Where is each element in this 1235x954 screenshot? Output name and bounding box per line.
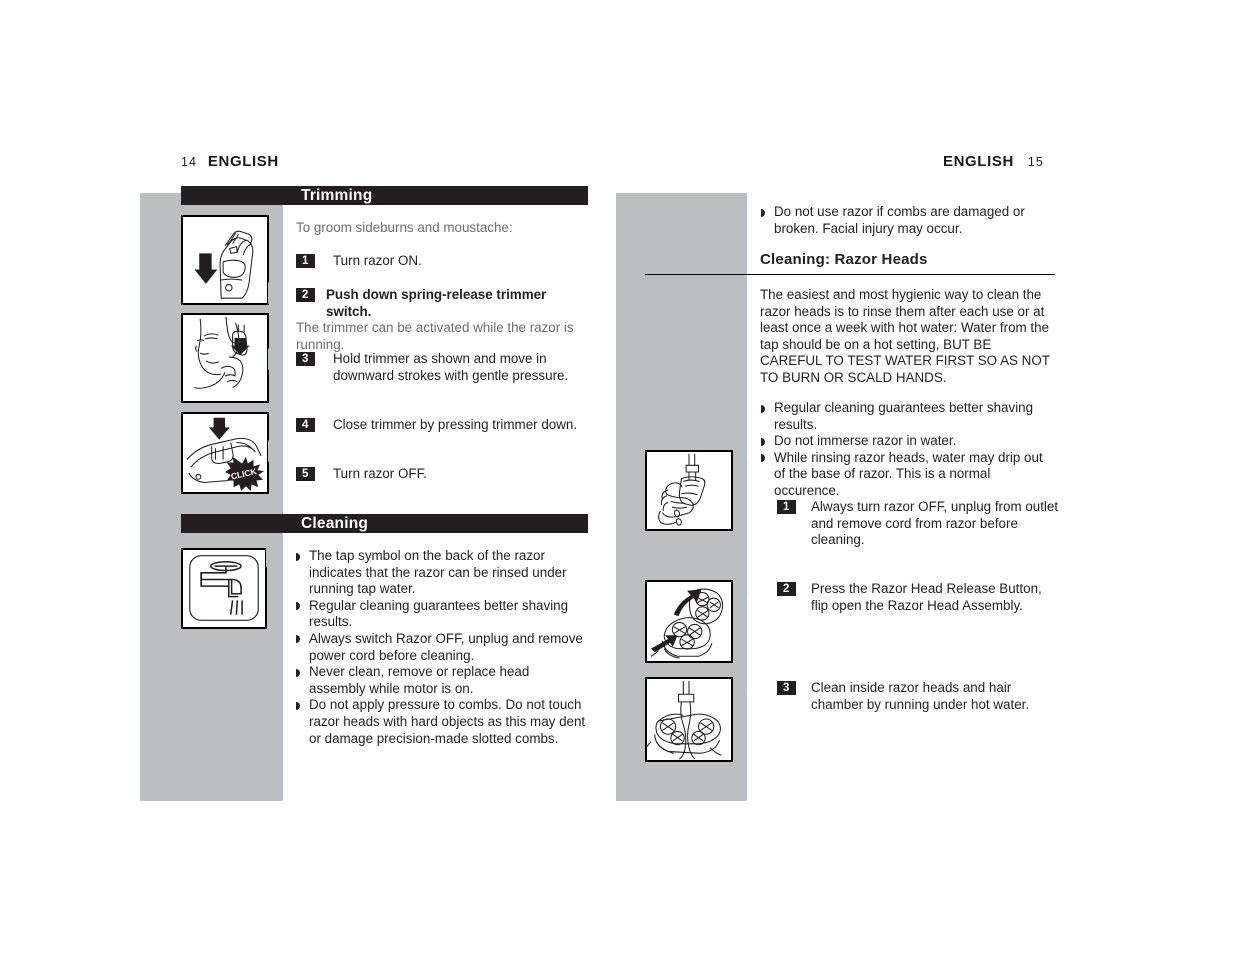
page-left: 14 ENGLISH Trimming CLICK To groom sideb… <box>0 0 617 954</box>
panel-pointer-6 <box>733 582 748 604</box>
cleaning-bullet-4: Never clean, remove or replace head asse… <box>296 664 588 697</box>
cleaning-bullet-5: Do not apply pressure to combs. Do not t… <box>296 697 588 747</box>
trimming-step-2-text: Push down spring-release trimmer switch. <box>326 287 547 319</box>
fig-flip-open-head <box>645 580 733 663</box>
fig-razor-trimmer-open <box>181 215 269 305</box>
cleaning-step-1-number: 1 <box>777 500 796 514</box>
section-bar-cleaning: Cleaning <box>181 514 588 533</box>
trimming-step-4-number: 4 <box>296 418 315 432</box>
cleaning-step-2-text: Press the Razor Head Release Button, fli… <box>811 581 1042 613</box>
trimming-step-4-text: Close trimmer by pressing trimmer down. <box>333 417 578 432</box>
folio-right: 15 <box>1027 155 1044 169</box>
trimming-step-2-continuation: The trimmer can be activated while the r… <box>296 320 574 352</box>
cleaning-bullet-3: Always switch Razor OFF, unplug and remo… <box>296 631 588 664</box>
running-head-title-left: ENGLISH <box>207 153 279 170</box>
cleaning-bullet-1: The tap symbol on the back of the razor … <box>296 548 588 598</box>
cleaning-step-3: 3 Clean inside razor heads and hair cham… <box>777 680 1067 713</box>
panel-pointer-1 <box>268 282 283 304</box>
trimming-step-1-number: 1 <box>296 254 315 268</box>
panel-pointer-4 <box>266 545 281 567</box>
section-bar-trimming-label: Trimming <box>301 186 373 204</box>
right-bullet-1: Regular cleaning guarantees better shavi… <box>761 400 1057 433</box>
trimming-step-3-number: 3 <box>296 352 315 366</box>
panel-pointer-5 <box>733 452 748 474</box>
fig-rinse-heads <box>645 677 733 762</box>
right-bullet-2: Do not immerse razor in water. <box>761 433 1057 450</box>
fig-hand-rinsing-razor <box>645 450 733 531</box>
trimming-step-5-text: Turn razor OFF. <box>333 466 427 481</box>
click-burst: CLICK <box>225 456 264 492</box>
section-bar-trimming: Trimming <box>181 186 588 205</box>
cleaning-step-3-text: Clean inside razor heads and hair chambe… <box>811 680 1030 712</box>
subhead-cleaning-razor-heads: Cleaning: Razor Heads <box>760 251 928 268</box>
trimming-step-4: 4 Close trimmer by pressing trimmer down… <box>296 417 586 434</box>
trimming-step-1: 1 Turn razor ON. <box>296 253 586 270</box>
right-bullet-list: Regular cleaning guarantees better shavi… <box>761 400 1057 500</box>
trimming-step-2: 2 Push down spring-release trimmer switc… <box>296 287 588 353</box>
panel-pointer-3 <box>268 440 283 462</box>
subhead-rule <box>645 274 1055 276</box>
running-head-title-right: ENGLISH <box>943 153 1014 170</box>
trimming-step-2-number: 2 <box>296 288 315 302</box>
right-top-bullet-list: Do not use razor if combs are damaged or… <box>761 204 1049 237</box>
trimming-step-3: 3 Hold trimmer as shown and move in down… <box>296 351 571 384</box>
cleaning-step-2: 2 Press the Razor Head Release Button, f… <box>777 581 1057 614</box>
page-right: ENGLISH 15 Do not use razor if combs are … <box>616 0 1235 954</box>
running-head-left: 14 ENGLISH <box>181 153 279 170</box>
cleaning-bullet-2: Regular cleaning guarantees better shavi… <box>296 598 588 631</box>
right-top-bullet-1: Do not use razor if combs are damaged or… <box>761 204 1049 237</box>
trimming-intro: To groom sideburns and moustache: <box>296 220 513 235</box>
trimming-step-5: 5 Turn razor OFF. <box>296 466 586 483</box>
right-bullet-3: While rinsing razor heads, water may dri… <box>761 450 1057 500</box>
trimming-step-3-text: Hold trimmer as shown and move in downwa… <box>333 351 569 383</box>
panel-pointer-2 <box>268 348 283 370</box>
cleaning-step-2-number: 2 <box>777 582 796 596</box>
trimming-step-5-number: 5 <box>296 467 315 481</box>
right-intro-paragraph: The easiest and most hygienic way to cle… <box>760 287 1050 385</box>
trimming-step-1-text: Turn razor ON. <box>333 253 422 268</box>
section-bar-cleaning-label: Cleaning <box>301 514 369 532</box>
running-head-right: ENGLISH 15 <box>943 153 1044 170</box>
fig-trimmer-close-click: CLICK <box>181 412 269 494</box>
fig-tap-symbol <box>181 548 267 629</box>
cleaning-bullet-list: The tap symbol on the back of the razor … <box>296 548 588 747</box>
cleaning-step-1-text: Always turn razor OFF, unplug from outle… <box>811 499 1059 548</box>
cleaning-step-1: 1 Always turn razor OFF, unplug from out… <box>777 499 1067 549</box>
fig-face-sideburn <box>181 313 269 403</box>
folio-left: 14 <box>181 155 197 169</box>
cleaning-step-3-number: 3 <box>777 681 796 695</box>
panel-pointer-7 <box>733 679 748 701</box>
